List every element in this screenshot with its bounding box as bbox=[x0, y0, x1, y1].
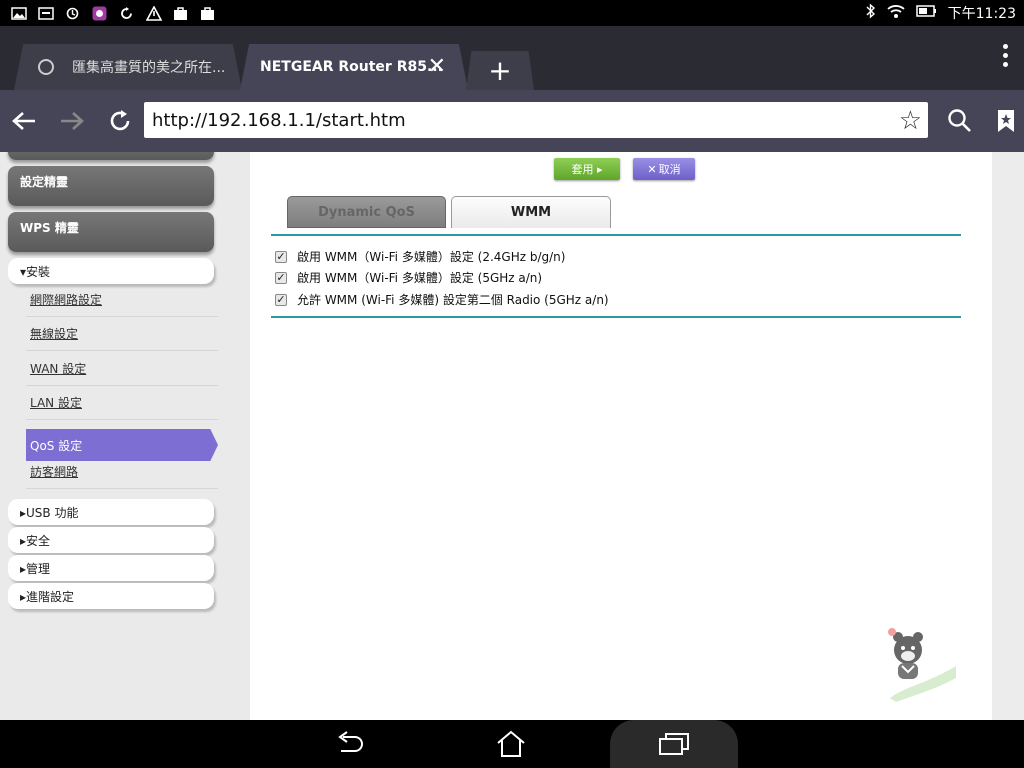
nav-recents-button[interactable] bbox=[654, 728, 694, 760]
bookmark-icon bbox=[998, 110, 1014, 132]
section-label: ▾安裝 bbox=[20, 264, 51, 279]
divider bbox=[271, 316, 961, 318]
reload-icon bbox=[110, 110, 130, 131]
sidebar-button-hidden[interactable] bbox=[8, 152, 214, 160]
checkbox[interactable]: ✓ bbox=[275, 271, 287, 284]
bluetooth-icon bbox=[866, 3, 876, 23]
option-label: 啟用 WMM（Wi-Fi 多媒體）設定 (2.4GHz b/g/n) bbox=[297, 250, 566, 264]
sidebar-section-management[interactable]: ▸管理 bbox=[8, 555, 214, 581]
section-label: ▸USB 功能 bbox=[20, 505, 79, 520]
sidebar-button-label: 設定精靈 bbox=[20, 175, 69, 189]
close-icon: ✕ bbox=[647, 162, 657, 176]
image-icon bbox=[10, 6, 27, 21]
divider bbox=[271, 234, 961, 236]
bear-watermark-icon bbox=[886, 626, 958, 702]
bag-icon bbox=[172, 6, 189, 21]
browser-tab[interactable]: 匯集高畫質的美之所在... bbox=[14, 44, 242, 90]
sidebar-item-internet[interactable]: 網際網路設定 bbox=[26, 283, 218, 317]
wifi-icon bbox=[886, 3, 906, 23]
browser-toolbar: http://192.168.1.1/start.htm ☆ bbox=[0, 90, 1024, 152]
sidebar-item-wan[interactable]: WAN 設定 bbox=[26, 352, 218, 386]
checkbox[interactable]: ✓ bbox=[275, 293, 287, 306]
url-text: http://192.168.1.1/start.htm bbox=[152, 109, 406, 131]
sidebar-setup-wizard[interactable]: 設定精靈 bbox=[8, 166, 214, 206]
sidebar-item-label: QoS 設定 bbox=[30, 438, 83, 453]
url-field[interactable]: http://192.168.1.1/start.htm ☆ bbox=[144, 102, 928, 138]
tab-title: NETGEAR Router R85... bbox=[260, 59, 443, 75]
back-button[interactable] bbox=[0, 97, 48, 145]
app-icon bbox=[91, 6, 108, 21]
plus-icon: + bbox=[488, 54, 512, 87]
browser-tab-strip: 匯集高畫質的美之所在... NETGEAR Router R85... ✕ + bbox=[0, 26, 1024, 90]
bookmarks-button[interactable] bbox=[982, 97, 1024, 145]
tab-label: Dynamic QoS bbox=[318, 204, 415, 220]
system-nav-bar bbox=[0, 720, 1024, 768]
sidebar-item-wireless[interactable]: 無線設定 bbox=[26, 317, 218, 351]
star-icon[interactable]: ☆ bbox=[899, 106, 922, 136]
arrow-right-icon bbox=[61, 112, 84, 130]
cancel-label: 取消 bbox=[658, 163, 681, 176]
cancel-button[interactable]: ✕ 取消 bbox=[633, 158, 695, 180]
asus-icon bbox=[37, 6, 54, 21]
sidebar-item-lan[interactable]: LAN 設定 bbox=[26, 386, 218, 420]
overflow-menu-icon[interactable] bbox=[1003, 44, 1008, 67]
section-label: ▸安全 bbox=[20, 533, 51, 548]
web-page: 設定精靈 WPS 精靈 ▾安裝 網際網路設定 無線設定 WAN 設定 LAN 設… bbox=[0, 152, 1024, 720]
checkbox[interactable]: ✓ bbox=[275, 250, 287, 263]
sidebar-item-label: LAN 設定 bbox=[30, 396, 82, 410]
forward-button[interactable] bbox=[48, 97, 96, 145]
globe-icon bbox=[38, 59, 54, 75]
search-icon bbox=[948, 109, 971, 132]
browser-tab-active[interactable]: NETGEAR Router R85... ✕ bbox=[240, 44, 468, 90]
section-label: ▸管理 bbox=[20, 561, 51, 576]
sidebar-section-install[interactable]: ▾安裝 bbox=[8, 258, 214, 284]
tab-dynamic-qos[interactable]: Dynamic QoS bbox=[287, 196, 446, 228]
close-icon[interactable]: ✕ bbox=[428, 54, 446, 79]
apply-label: 套用 ▸ bbox=[571, 163, 603, 176]
recents-icon bbox=[659, 733, 689, 755]
new-tab-button[interactable]: + bbox=[466, 51, 534, 90]
wmm-second-radio-option[interactable]: ✓ 允許 WMM (Wi-Fi 多媒體) 設定第二個 Radio (5GHz a… bbox=[275, 291, 609, 308]
reload-button[interactable] bbox=[96, 97, 144, 145]
sidebar-wps-wizard[interactable]: WPS 精靈 bbox=[8, 212, 214, 252]
android-screen: 下午11:23 匯集高畫質的美之所在... NETGEAR Router R85… bbox=[0, 0, 1024, 768]
sidebar-item-guest-network[interactable]: 訪客網路 bbox=[26, 455, 218, 489]
sidebar-section-usb[interactable]: ▸USB 功能 bbox=[8, 499, 214, 525]
sidebar-section-security[interactable]: ▸安全 bbox=[8, 527, 214, 553]
notification-icons bbox=[0, 5, 216, 21]
wmm-24ghz-option[interactable]: ✓ 啟用 WMM（Wi-Fi 多媒體）設定 (2.4GHz b/g/n) bbox=[275, 248, 565, 265]
sidebar-section-advanced[interactable]: ▸進階設定 bbox=[8, 583, 214, 609]
sidebar-item-label: 訪客網路 bbox=[30, 465, 79, 479]
back-icon bbox=[338, 731, 363, 752]
alert-icon bbox=[145, 5, 162, 21]
battery-icon bbox=[915, 4, 938, 22]
apply-button[interactable]: 套用 ▸ bbox=[554, 158, 620, 180]
bag-icon bbox=[199, 6, 216, 21]
wmm-5ghz-option[interactable]: ✓ 啟用 WMM（Wi-Fi 多媒體）設定 (5GHz a/n) bbox=[275, 269, 542, 286]
settings-panel: 套用 ▸ ✕ 取消 Dynamic QoS WMM ✓ 啟用 WMM（Wi-Fi… bbox=[250, 152, 992, 720]
home-icon bbox=[497, 730, 525, 757]
arrow-left-icon bbox=[12, 112, 35, 130]
refresh-icon bbox=[118, 6, 135, 21]
option-label: 允許 WMM (Wi-Fi 多媒體) 設定第二個 Radio (5GHz a/n… bbox=[297, 293, 609, 307]
option-label: 啟用 WMM（Wi-Fi 多媒體）設定 (5GHz a/n) bbox=[297, 271, 543, 285]
tab-title: 匯集高畫質的美之所在... bbox=[72, 60, 226, 76]
page-margin bbox=[992, 152, 1024, 720]
sidebar-item-label: 網際網路設定 bbox=[30, 293, 103, 307]
sidebar-item-label: 無線設定 bbox=[30, 327, 79, 341]
tab-wmm[interactable]: WMM bbox=[451, 196, 611, 228]
nav-back-button[interactable] bbox=[330, 728, 370, 760]
status-bar: 下午11:23 bbox=[0, 0, 1024, 26]
tab-label: WMM bbox=[510, 205, 552, 220]
router-sidebar: 設定精靈 WPS 精靈 ▾安裝 網際網路設定 無線設定 WAN 設定 LAN 設… bbox=[0, 152, 250, 720]
nav-home-button[interactable] bbox=[491, 728, 531, 760]
section-label: ▸進階設定 bbox=[20, 589, 75, 604]
sidebar-item-label: WAN 設定 bbox=[30, 362, 87, 376]
clock: 下午11:23 bbox=[947, 6, 1016, 22]
sync-icon bbox=[64, 6, 81, 21]
search-button[interactable] bbox=[936, 97, 984, 145]
system-icons: 下午11:23 bbox=[866, 3, 1024, 23]
sidebar-button-label: WPS 精靈 bbox=[20, 221, 79, 235]
